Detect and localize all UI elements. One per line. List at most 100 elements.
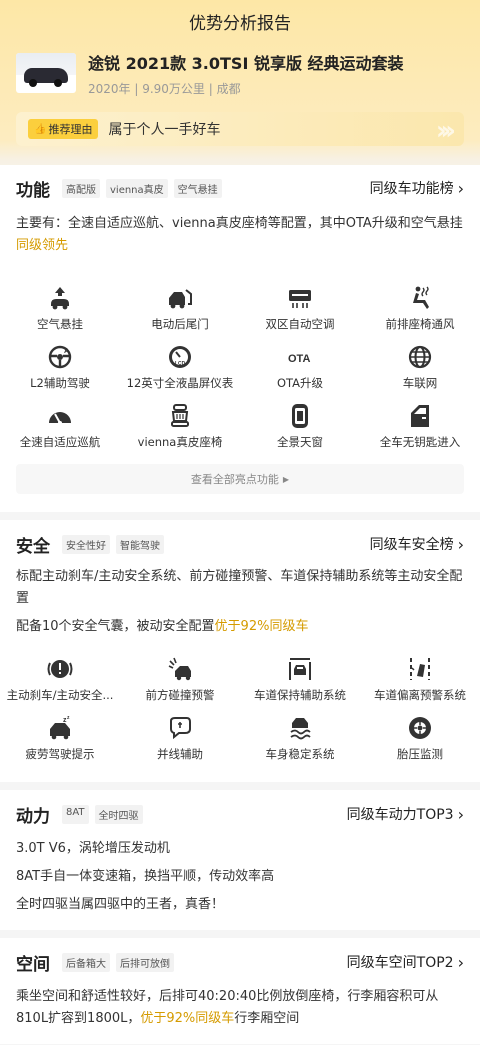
power-line: 全时四驱当属四驱中的王者，真香！ [16,897,225,912]
power-tailgate-icon [169,289,192,309]
lane-departure-icon [410,658,430,680]
feature-ota[interactable]: OTA OTA升级 [240,338,360,397]
desc-text: 主要有：全速自适应巡航、vienna真皮座椅等配置，其中OTA升级和空气悬挂 [16,216,463,231]
rank-link-label: 同级车动力TOP3 [346,807,454,823]
decor-chevrons-icon: ››› [435,116,456,146]
top-bar: 优势分析报告 [0,0,480,42]
feature-label: 疲劳驾驶提示 [25,747,95,761]
car-thumbnail [16,53,76,93]
dual-zone-ac-icon [289,290,311,308]
desc-highlight: 优于92%同级车 [214,619,309,634]
chevron-right-icon: › [457,804,464,824]
section-safety: 安全 安全性好 智能驾驶 同级车安全榜 › 标配主动刹车/主动安全系统、前方碰撞… [0,512,480,782]
section-space: 空间 后备箱大 后排可放倒 同级车空间TOP2 › 乘坐空间和舒适性较好，后排可… [0,930,480,1044]
svg-text:z: z [67,715,70,721]
panoramic-sunroof-icon [292,404,308,428]
feature-active-brake[interactable]: 主动刹车/主动安全... [0,650,120,709]
feature-stability-control[interactable]: 车身稳定系统 [240,709,360,768]
space-description: 乘坐空间和舒适性较好，后排可40:20:40比例放倒座椅，行李厢容积可从810L… [16,986,464,1030]
car-summary[interactable]: 途锐 2021款 3.0TSI 锐享版 经典运动套装 2020年 | 9.90万… [0,42,480,96]
rank-link-label: 同级车安全榜 [369,537,454,553]
feature-label: 车道偏离预警系统 [374,688,466,702]
svg-text:A: A [64,348,69,355]
desc-highlight: 同级领先 [16,238,69,253]
feature-label: 双区自动空调 [265,317,335,331]
function-feature-grid: 空气悬挂 电动后尾门 双区自动空调 前排座椅通风 A L2辅助驾驶 LCD 12… [0,279,480,456]
section-power: 动力 8AT 全时四驱 同级车动力TOP3 › 3.0T V6，涡轮增压发动机 … [0,782,480,930]
feature-label: vienna真皮座椅 [137,435,223,449]
feature-label: 12英寸全液晶屏仪表 [126,376,234,390]
feature-air-suspension[interactable]: 空气悬挂 [0,279,120,338]
power-line: 8AT手自一体变速箱，换挡平顺，传动效率高 [16,869,275,884]
svg-text:LCD: LCD [175,361,186,367]
feature-label: 空气悬挂 [37,317,83,331]
car-title: 途锐 2021款 3.0TSI 锐享版 经典运动套装 [88,53,404,73]
collision-warning-icon [168,657,191,681]
tag: 后排可放倒 [116,952,174,972]
caret-right-icon: ▶ [282,474,290,484]
car-meta: 2020年 | 9.90万公里 | 成都 [88,81,241,96]
recommend-reason-bar: 👍 推荐理由 属于个人一手好车 ››› [16,112,464,146]
lcd-dashboard-icon: LCD [169,346,191,368]
feature-panoramic-sunroof[interactable]: 全景天窗 [240,397,360,456]
feature-adaptive-cruise[interactable]: 全速自适应巡航 [0,397,120,456]
feature-tire-pressure[interactable]: 胎压监测 [360,709,480,768]
feature-lane-keep[interactable]: 车道保持辅助系统 [240,650,360,709]
desc-highlight: 优于92%同级车 [140,1011,235,1026]
rank-link-label: 同级车空间TOP2 [346,955,454,971]
tire-pressure-icon [409,717,431,739]
section-title: 动力 [16,806,50,827]
function-description: 主要有：全速自适应巡航、vienna真皮座椅等配置，其中OTA升级和空气悬挂同级… [16,213,464,257]
tag: 智能驾驶 [116,534,164,554]
feature-label: 全车无钥匙进入 [379,435,461,449]
feature-connected-car[interactable]: 车联网 [360,338,480,397]
recommend-badge: 👍 推荐理由 [28,119,99,139]
feature-dual-zone-ac[interactable]: 双区自动空调 [240,279,360,338]
feature-leather-seat[interactable]: vienna真皮座椅 [120,397,240,456]
air-suspension-icon [51,287,69,310]
feature-seat-ventilation[interactable]: 前排座椅通风 [360,279,480,338]
feature-label: 车联网 [402,376,438,390]
ota-icon: OTA [288,353,310,365]
safety-description-1: 标配主动刹车/主动安全系统、前方碰撞预警、车道保持辅助系统等主动安全配置 [16,569,463,606]
feature-fatigue-alert[interactable]: zz 疲劳驾驶提示 [0,709,120,768]
svg-text:OTA: OTA [288,353,310,365]
chevron-right-icon: › [457,178,464,198]
feature-lane-departure[interactable]: 车道偏离预警系统 [360,650,480,709]
safety-description-2: 配备10个安全气囊，被动安全配置优于92%同级车 [16,616,464,638]
feature-label: 全景天窗 [277,435,323,449]
feature-label: 前方碰撞预警 [145,688,215,702]
feature-label: 电动后尾门 [151,317,209,331]
feature-lcd-dashboard[interactable]: LCD 12英寸全液晶屏仪表 [120,338,240,397]
tag: 8AT [62,804,89,824]
desc-text: 行李厢空间 [234,1011,300,1026]
function-rank-link[interactable]: 同级车功能榜 › [370,178,464,198]
view-all-features-button[interactable]: 查看全部亮点功能 ▶ [16,464,464,494]
tag: vienna真皮 [106,178,168,198]
keyless-entry-icon [411,405,429,427]
feature-l2-assist[interactable]: A L2辅助驾驶 [0,338,120,397]
safety-rank-link[interactable]: 同级车安全榜 › [370,534,464,554]
fatigue-alert-icon: zz [50,715,70,740]
feature-label: 全速自适应巡航 [19,435,101,449]
section-title: 安全 [16,536,50,557]
safety-feature-grid: 主动刹车/主动安全... 前方碰撞预警 车道保持辅助系统 车道偏离预警系统 zz… [0,650,480,768]
feature-label: 主动刹车/主动安全... [6,688,114,702]
section-title: 功能 [16,180,50,201]
feature-label: L2辅助驾驶 [30,376,90,390]
desc-text: 配备10个安全气囊，被动安全配置 [16,619,215,634]
analysis-card: 功能 高配版 vienna真皮 空气悬挂 同级车功能榜 › 主要有：全速自适应巡… [0,165,480,1044]
tag: 后备箱大 [62,952,110,972]
rank-link-label: 同级车功能榜 [369,181,454,197]
power-rank-link[interactable]: 同级车动力TOP3 › [347,804,464,824]
feature-label: 车道保持辅助系统 [254,688,346,702]
space-rank-link[interactable]: 同级车空间TOP2 › [347,952,464,972]
feature-collision-warning[interactable]: 前方碰撞预警 [120,650,240,709]
l2-assist-icon: A [48,345,72,369]
feature-blind-spot[interactable]: 并线辅助 [120,709,240,768]
feature-keyless-entry[interactable]: 全车无钥匙进入 [360,397,480,456]
feature-power-tailgate[interactable]: 电动后尾门 [120,279,240,338]
section-title: 空间 [16,954,50,975]
page-title: 优势分析报告 [189,13,291,34]
feature-label: 并线辅助 [157,747,203,761]
